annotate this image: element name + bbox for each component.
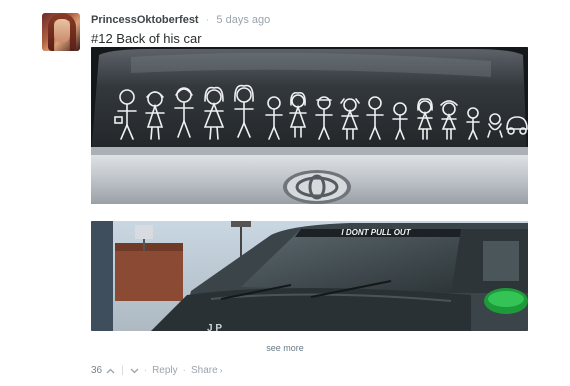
chevron-up-icon[interactable] <box>106 366 115 376</box>
share-button[interactable]: Share › <box>191 365 222 376</box>
comment-image-car-rear[interactable] <box>91 47 528 204</box>
reply-button[interactable]: Reply <box>152 365 178 376</box>
share-label: Share <box>191 365 218 376</box>
avatar-face <box>54 19 70 43</box>
comment-image-truck[interactable]: I DONT PULL OUT J P <box>91 221 528 331</box>
timestamp-link[interactable]: 5 days ago <box>216 14 270 26</box>
see-more-link[interactable]: see more <box>0 343 570 353</box>
meta-separator: · <box>205 14 210 26</box>
chevron-right-icon: › <box>219 366 223 375</box>
comment-meta: PrincessOktoberfest · 5 days ago <box>91 14 270 27</box>
comment-text: #12 Back of his car <box>91 31 202 46</box>
vote-divider: | <box>121 365 124 376</box>
username-link[interactable]: PrincessOktoberfest <box>91 14 199 26</box>
footer-dot: · <box>143 365 148 376</box>
comment-footer: 36 | · Reply · Share › <box>91 365 222 376</box>
vote-count: 36 <box>91 365 103 376</box>
chevron-down-icon[interactable] <box>130 366 139 376</box>
avatar[interactable] <box>42 13 80 51</box>
truck-illustration: I DONT PULL OUT J P <box>91 221 528 331</box>
windshield-banner-text: I DONT PULL OUT <box>341 228 411 237</box>
footer-dot: · <box>182 365 186 376</box>
hood-lettering: J P <box>207 323 222 331</box>
car-rear-illustration <box>91 47 528 204</box>
